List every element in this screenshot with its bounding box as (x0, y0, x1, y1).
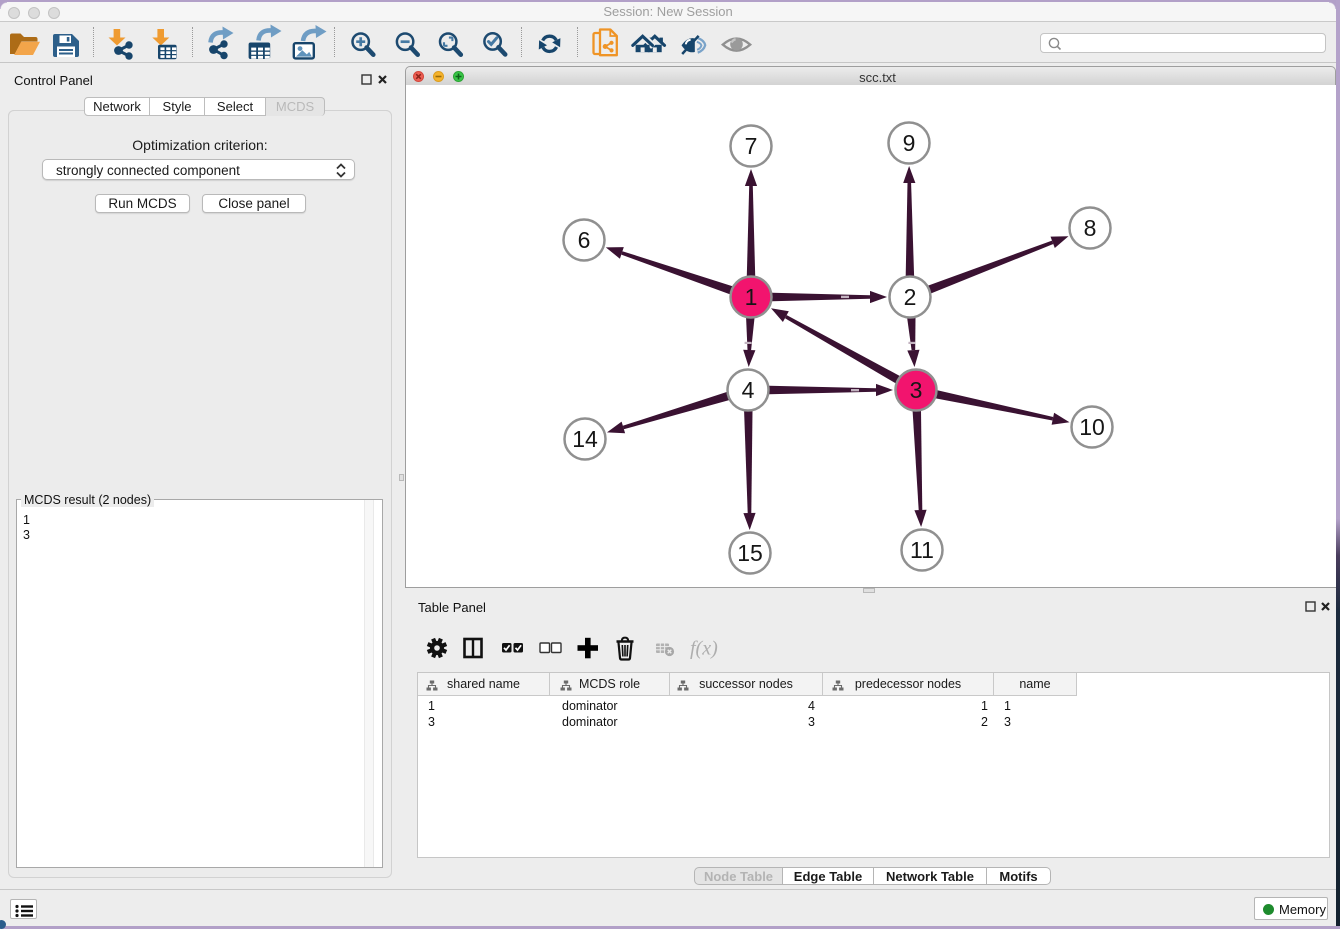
svg-text:4: 4 (742, 377, 755, 403)
svg-text:8: 8 (1084, 215, 1097, 241)
svg-text:3: 3 (910, 377, 923, 403)
svg-text:9: 9 (903, 130, 916, 156)
svg-text:1: 1 (745, 284, 758, 310)
svg-text:7: 7 (745, 133, 758, 159)
svg-text:15: 15 (737, 540, 763, 566)
svg-text:14: 14 (572, 426, 598, 452)
svg-text:2: 2 (904, 284, 917, 310)
svg-text:6: 6 (578, 227, 591, 253)
svg-text:f(x): f(x) (690, 638, 718, 660)
svg-text:10: 10 (1079, 414, 1105, 440)
svg-text:11: 11 (910, 537, 934, 563)
